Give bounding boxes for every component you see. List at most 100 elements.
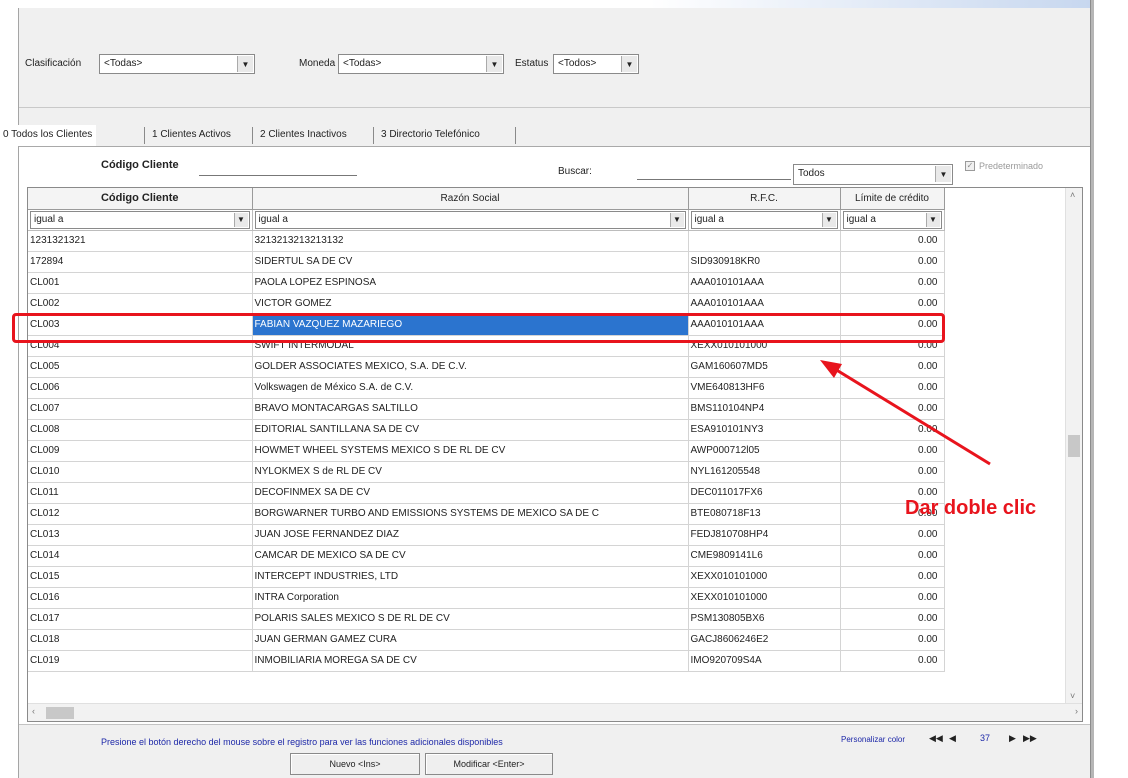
cell-rfc[interactable]: AAA010101AAA bbox=[688, 293, 841, 315]
cell-razon-social[interactable]: BRAVO MONTACARGAS SALTILLO bbox=[252, 398, 689, 420]
cell-limite-credito[interactable]: 0.00 bbox=[840, 293, 945, 315]
cell-codigo[interactable]: CL009 bbox=[28, 440, 253, 462]
chevron-down-icon[interactable]: ▼ bbox=[669, 212, 684, 227]
buscar-input[interactable] bbox=[637, 179, 791, 180]
cell-rfc[interactable]: IMO920709S4A bbox=[688, 650, 841, 672]
scroll-down-icon[interactable]: ˅ bbox=[1070, 691, 1075, 701]
cell-codigo[interactable]: CL005 bbox=[28, 356, 253, 378]
modificar-button[interactable]: Modificar <Enter> bbox=[425, 753, 553, 775]
cell-razon-social[interactable]: INTRA Corporation bbox=[252, 587, 689, 609]
cell-codigo[interactable]: 1231321321 bbox=[28, 230, 253, 252]
cell-razon-social[interactable]: INTERCEPT INDUSTRIES, LTD bbox=[252, 566, 689, 588]
horizontal-scrollbar[interactable]: ‹ › bbox=[28, 703, 1082, 721]
cell-rfc[interactable] bbox=[688, 230, 841, 252]
table-row[interactable]: CL001 PAOLA LOPEZ ESPINOSA AAA010101AAA 0.0… bbox=[28, 272, 1066, 294]
chevron-down-icon[interactable]: ▼ bbox=[925, 212, 940, 227]
cell-razon-social[interactable]: VICTOR GOMEZ bbox=[252, 293, 689, 315]
filter-limite[interactable]: igual a ▼ bbox=[842, 210, 942, 229]
table-row[interactable]: CL002 VICTOR GOMEZ AAA010101AAA 0.00 bbox=[28, 293, 1066, 315]
cell-codigo[interactable]: CL006 bbox=[28, 377, 253, 399]
cell-codigo[interactable]: CL016 bbox=[28, 587, 253, 609]
clasificacion-select[interactable]: <Todas> ▼ bbox=[99, 54, 255, 74]
cell-codigo[interactable]: CL012 bbox=[28, 503, 253, 525]
cell-razon-social[interactable]: HOWMET WHEEL SYSTEMS MEXICO S DE RL DE C… bbox=[252, 440, 689, 462]
cell-codigo[interactable]: CL014 bbox=[28, 545, 253, 567]
prev-record-icon[interactable]: ◀ bbox=[949, 733, 956, 744]
column-header-codigo[interactable]: Código Cliente bbox=[28, 188, 253, 210]
cell-limite-credito[interactable]: 0.00 bbox=[840, 524, 945, 546]
table-row[interactable]: CL016 INTRA Corporation XEXX010101000 0.00 bbox=[28, 587, 1066, 609]
cell-rfc[interactable]: GACJ8606246E2 bbox=[688, 629, 841, 651]
chevron-down-icon[interactable]: ▼ bbox=[486, 56, 502, 72]
tab-clientes-activos[interactable]: 1 Clientes Activos bbox=[148, 125, 235, 146]
scroll-left-icon[interactable]: ‹ bbox=[32, 706, 35, 716]
cell-limite-credito[interactable]: 0.00 bbox=[840, 608, 945, 630]
tab-clientes-inactivos[interactable]: 2 Clientes Inactivos bbox=[256, 125, 351, 146]
cell-razon-social[interactable]: CAMCAR DE MEXICO SA DE CV bbox=[252, 545, 689, 567]
table-row[interactable]: CL013 JUAN JOSE FERNANDEZ DIAZ FEDJ810708H… bbox=[28, 524, 1066, 546]
cell-razon-social[interactable]: Volkswagen de México S.A. de C.V. bbox=[252, 377, 689, 399]
cell-codigo[interactable]: CL015 bbox=[28, 566, 253, 588]
codigo-cliente-input[interactable] bbox=[199, 175, 357, 176]
vertical-scrollbar[interactable]: ˄ ˅ bbox=[1065, 188, 1082, 703]
cell-razon-social[interactable]: POLARIS SALES MEXICO S DE RL DE CV bbox=[252, 608, 689, 630]
column-header-limite-credito[interactable]: Límite de crédito bbox=[840, 188, 945, 210]
cell-razon-social[interactable]: GOLDER ASSOCIATES MEXICO, S.A. DE C.V. bbox=[252, 356, 689, 378]
cell-limite-credito[interactable]: 0.00 bbox=[840, 230, 945, 252]
cell-rfc[interactable]: PSM130805BX6 bbox=[688, 608, 841, 630]
cell-razon-social[interactable]: SIDERTUL SA DE CV bbox=[252, 251, 689, 273]
scroll-up-icon[interactable]: ˄ bbox=[1070, 190, 1075, 200]
table-row[interactable]: CL019 INMOBILIARIA MOREGA SA DE CV IMO9207… bbox=[28, 650, 1066, 672]
column-header-rfc[interactable]: R.F.C. bbox=[688, 188, 841, 210]
cell-rfc[interactable]: AAA010101AAA bbox=[688, 272, 841, 294]
cell-razon-social[interactable]: JUAN GERMAN GAMEZ CURA bbox=[252, 629, 689, 651]
cell-codigo[interactable]: 172894 bbox=[28, 251, 253, 273]
tab-directorio-telefonico[interactable]: 3 Directorio Telefónico bbox=[377, 125, 484, 146]
cell-razon-social[interactable]: PAOLA LOPEZ ESPINOSA bbox=[252, 272, 689, 294]
cell-limite-credito[interactable]: 0.00 bbox=[840, 545, 945, 567]
personalizar-color-link[interactable]: Personalizar color bbox=[841, 735, 905, 744]
chevron-down-icon[interactable]: ▼ bbox=[935, 166, 951, 182]
table-row[interactable]: CL014 CAMCAR DE MEXICO SA DE CV CME9809141… bbox=[28, 545, 1066, 567]
cell-codigo[interactable]: CL002 bbox=[28, 293, 253, 315]
cell-rfc[interactable]: FEDJ810708HP4 bbox=[688, 524, 841, 546]
cell-codigo[interactable]: CL017 bbox=[28, 608, 253, 630]
cell-rfc[interactable]: XEXX010101000 bbox=[688, 566, 841, 588]
cell-razon-social[interactable]: NYLOKMEX S de RL DE CV bbox=[252, 461, 689, 483]
cell-razon-social[interactable]: 3213213213213132 bbox=[252, 230, 689, 252]
cell-limite-credito[interactable]: 0.00 bbox=[840, 587, 945, 609]
cell-limite-credito[interactable]: 0.00 bbox=[840, 272, 945, 294]
cell-rfc[interactable]: CME9809141L6 bbox=[688, 545, 841, 567]
cell-codigo[interactable]: CL013 bbox=[28, 524, 253, 546]
scroll-right-icon[interactable]: › bbox=[1075, 706, 1078, 716]
cell-limite-credito[interactable]: 0.00 bbox=[840, 650, 945, 672]
filter-rfc[interactable]: igual a ▼ bbox=[690, 210, 838, 229]
table-row[interactable]: CL017 POLARIS SALES MEXICO S DE RL DE CV P… bbox=[28, 608, 1066, 630]
estatus-select[interactable]: <Todos> ▼ bbox=[553, 54, 639, 74]
nuevo-button[interactable]: Nuevo <Ins> bbox=[290, 753, 420, 775]
cell-razon-social[interactable]: JUAN JOSE FERNANDEZ DIAZ bbox=[252, 524, 689, 546]
cell-limite-credito[interactable]: 0.00 bbox=[840, 629, 945, 651]
table-row[interactable]: 1231321321 3213213213213132 0.00 bbox=[28, 230, 1066, 252]
cell-codigo[interactable]: CL008 bbox=[28, 419, 253, 441]
table-row[interactable]: 172894 SIDERTUL SA DE CV SID930918KR0 0.00 bbox=[28, 251, 1066, 273]
tab-todos-los-clientes[interactable]: 0 Todos los Clientes bbox=[0, 125, 97, 146]
chevron-down-icon[interactable]: ▼ bbox=[621, 56, 637, 72]
cell-razon-social[interactable]: INMOBILIARIA MOREGA SA DE CV bbox=[252, 650, 689, 672]
next-record-icon[interactable]: ▶ bbox=[1009, 733, 1016, 744]
cell-razon-social[interactable]: BORGWARNER TURBO AND EMISSIONS SYSTEMS D… bbox=[252, 503, 689, 525]
first-record-icon[interactable]: ◀◀ bbox=[929, 733, 943, 744]
last-record-icon[interactable]: ▶▶ bbox=[1023, 733, 1037, 744]
cell-codigo[interactable]: CL018 bbox=[28, 629, 253, 651]
cell-rfc[interactable]: XEXX010101000 bbox=[688, 587, 841, 609]
filter-codigo[interactable]: igual a ▼ bbox=[30, 210, 250, 229]
moneda-select[interactable]: <Todas> ▼ bbox=[338, 54, 504, 74]
cell-codigo[interactable]: CL007 bbox=[28, 398, 253, 420]
cell-rfc[interactable]: BTE080718F13 bbox=[688, 503, 841, 525]
cell-codigo[interactable]: CL001 bbox=[28, 272, 253, 294]
cell-rfc[interactable]: DEC011017FX6 bbox=[688, 482, 841, 504]
cell-limite-credito[interactable]: 0.00 bbox=[840, 251, 945, 273]
column-header-razon-social[interactable]: Razón Social bbox=[252, 188, 689, 210]
cell-codigo[interactable]: CL011 bbox=[28, 482, 253, 504]
cell-rfc[interactable]: SID930918KR0 bbox=[688, 251, 841, 273]
